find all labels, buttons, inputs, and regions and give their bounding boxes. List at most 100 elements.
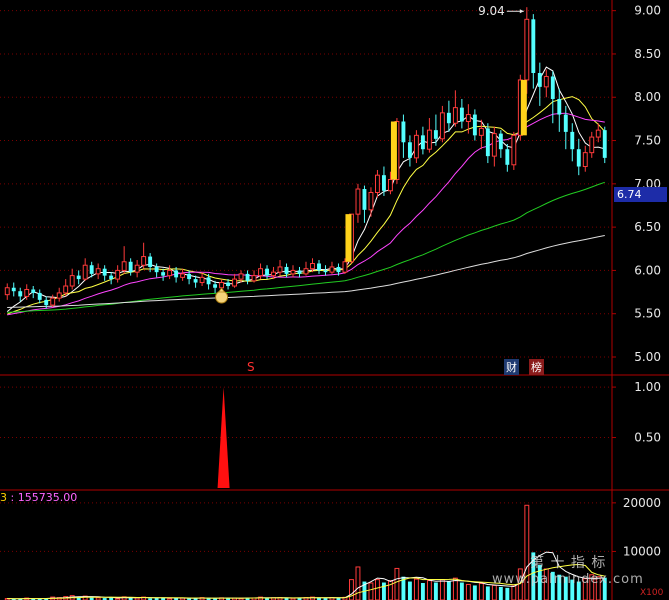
candle-body-up bbox=[589, 136, 595, 154]
candle-body-down bbox=[570, 131, 575, 150]
candle-body-up bbox=[342, 261, 348, 273]
candle-body-down bbox=[557, 98, 562, 115]
candle-body-down bbox=[381, 175, 386, 191]
money-bag-body bbox=[215, 290, 229, 304]
signal-tick-label: 1.00 bbox=[634, 380, 661, 394]
candle-body-up bbox=[452, 107, 458, 124]
candle-body-up bbox=[251, 275, 257, 282]
candle-body-up bbox=[290, 269, 296, 275]
candle-body-down bbox=[174, 270, 179, 278]
candle-body-down bbox=[265, 268, 269, 276]
candle-body-up bbox=[413, 134, 419, 159]
price-tick-label: 9.00 bbox=[634, 4, 661, 18]
candle-body-up bbox=[524, 18, 530, 81]
volume-bar-up bbox=[439, 579, 445, 600]
candle-body-up bbox=[121, 261, 127, 271]
candle-body-up bbox=[329, 266, 335, 273]
candle-body-down bbox=[226, 282, 231, 287]
volume-bar-up bbox=[368, 582, 374, 600]
candle-body-up bbox=[478, 127, 484, 136]
candle-body-down bbox=[245, 273, 250, 281]
volume-title: 3 : 155735.00 bbox=[0, 491, 78, 504]
signal-spike bbox=[217, 387, 230, 488]
candle-body-up bbox=[374, 174, 380, 193]
signal-tick-label: 0.50 bbox=[634, 431, 661, 445]
ranking-marker: 榜 bbox=[529, 359, 544, 375]
candle-body-up bbox=[277, 266, 283, 273]
candle-body-down bbox=[401, 121, 406, 143]
candle-body-down bbox=[213, 284, 218, 288]
candle-body-down bbox=[89, 265, 94, 274]
candle-body-down bbox=[317, 263, 321, 271]
candle-body-down bbox=[602, 130, 607, 158]
watermark-title: 第 十 指 标 bbox=[530, 555, 607, 571]
volume-bar-up bbox=[452, 577, 458, 600]
watermark-url: www.palmindex.com bbox=[492, 572, 644, 587]
candle-body-down bbox=[576, 149, 581, 167]
volume-bar-up bbox=[426, 580, 432, 600]
candle-body-up bbox=[82, 264, 88, 280]
candle-body-up bbox=[56, 292, 62, 299]
money-bag-icon bbox=[215, 287, 229, 304]
candle-body-up bbox=[303, 268, 309, 275]
high-price-arrowhead bbox=[519, 9, 524, 14]
volume-multiplier: X100 bbox=[640, 588, 664, 598]
candle-body-down bbox=[187, 273, 192, 280]
volume-bar-down bbox=[407, 581, 412, 600]
candle-body-down bbox=[31, 289, 36, 293]
watermark: 第 十 指 标 www.palmindex.com bbox=[492, 552, 644, 587]
candle-body-up bbox=[368, 191, 374, 211]
candle-body-up bbox=[95, 268, 101, 275]
candle-body-up bbox=[511, 134, 517, 166]
volume-bar-down bbox=[459, 582, 464, 600]
candle-body-down bbox=[206, 277, 211, 285]
finance-marker: 财 bbox=[504, 359, 519, 375]
candle-body-down bbox=[336, 266, 341, 273]
volume-bar-down bbox=[420, 583, 425, 600]
candle-body-up bbox=[355, 188, 361, 215]
candle-body-up bbox=[271, 271, 276, 277]
signal-bars bbox=[345, 79, 527, 262]
candle-body-down bbox=[485, 128, 490, 157]
panel-separators bbox=[0, 0, 669, 600]
price-axis: 9.008.508.007.507.006.506.005.505.00 bbox=[612, 4, 661, 364]
volume-bar-down bbox=[472, 585, 477, 600]
signal-bar bbox=[345, 214, 352, 262]
volume-bar-down bbox=[505, 587, 510, 600]
signal-panel: 1.00 0.50 bbox=[217, 380, 661, 488]
candle-body-down bbox=[505, 149, 510, 165]
volume-bar-down bbox=[381, 582, 386, 600]
candle-body-down bbox=[109, 275, 114, 280]
candle-body-up bbox=[63, 285, 69, 294]
candle-body-down bbox=[362, 189, 367, 210]
candle-body-down bbox=[148, 256, 153, 267]
price-tick-label: 6.50 bbox=[634, 220, 661, 234]
candle-body-down bbox=[433, 130, 438, 139]
candle-body-up bbox=[141, 256, 147, 266]
high-price-annotation: 9.04 bbox=[478, 4, 524, 18]
candle-body-down bbox=[284, 266, 289, 274]
candle-body-down bbox=[563, 114, 568, 132]
last-price-badge: 6.74 bbox=[614, 187, 667, 202]
candle-body-down bbox=[44, 299, 49, 306]
candle-body-up bbox=[310, 262, 315, 270]
candle-body-down bbox=[472, 114, 477, 136]
volume-bar-up bbox=[355, 566, 361, 600]
candle-body-up bbox=[134, 264, 140, 273]
price-tick-label: 5.00 bbox=[634, 350, 661, 364]
candle-body-up bbox=[167, 269, 173, 277]
candle-body-up bbox=[258, 268, 263, 277]
candle-body-up bbox=[465, 114, 471, 122]
price-tick-label: 8.00 bbox=[634, 90, 661, 104]
sell-marker: S bbox=[247, 360, 255, 374]
volume-bar-down bbox=[433, 582, 438, 600]
signal-bar bbox=[390, 121, 397, 180]
price-candles bbox=[4, 7, 607, 309]
candle-body-down bbox=[446, 112, 451, 124]
price-tick-label: 7.50 bbox=[634, 134, 661, 148]
candle-body-up bbox=[69, 275, 75, 287]
candle-body-down bbox=[537, 73, 542, 87]
money-bag-neck bbox=[217, 287, 226, 293]
volume-bar-down bbox=[485, 586, 490, 600]
candle-body-up bbox=[24, 288, 30, 297]
